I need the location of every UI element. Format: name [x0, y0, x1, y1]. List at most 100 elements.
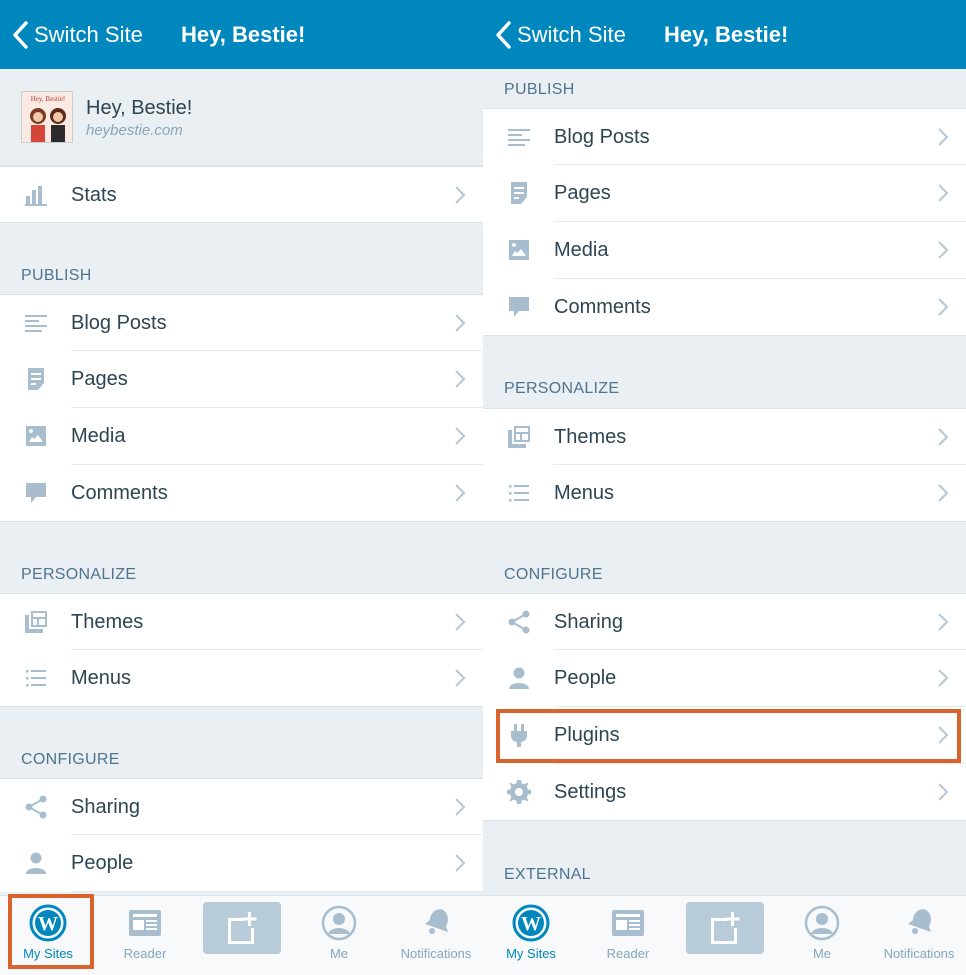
- site-url: heybestie.com: [86, 122, 183, 139]
- right-screen: Switch Site Hey, Bestie! PUBLISH Blog Po…: [483, 0, 966, 975]
- menu-item-comments[interactable]: Comments: [0, 465, 483, 522]
- tab-label: Notifications: [400, 946, 472, 961]
- reader-icon: [609, 904, 647, 942]
- tab-label: Me: [329, 946, 349, 961]
- menu-item-stats[interactable]: Stats: [0, 166, 483, 223]
- tab-label: Notifications: [883, 946, 955, 961]
- site-avatar: Hey, Bestie!: [21, 91, 73, 143]
- me-icon: [803, 904, 841, 942]
- menu-item-label: Pages: [554, 182, 611, 204]
- chevron-right-icon: [937, 297, 949, 317]
- menu-item-label: Blog Posts: [71, 312, 167, 334]
- tab-label: My Sites: [23, 946, 73, 961]
- tab-label: My Sites: [506, 946, 556, 961]
- tab-my-sites[interactable]: My Sites: [491, 896, 571, 975]
- chevron-right-icon: [937, 427, 949, 447]
- site-menu: Hey, Bestie! Hey, Bestie! heybestie.com …: [0, 69, 483, 895]
- chevron-right-icon: [937, 483, 949, 503]
- menu-item-plugins[interactable]: Plugins: [483, 707, 966, 764]
- tab-reader[interactable]: Reader: [105, 896, 185, 975]
- menu-item-label: Stats: [71, 184, 117, 206]
- new-post-button[interactable]: [203, 902, 281, 954]
- menu-item-label: Comments: [554, 296, 651, 318]
- menu-item-media[interactable]: Media: [0, 408, 483, 465]
- tab-bar: My Sites Reader Me Notifications: [483, 895, 966, 975]
- menu-item-label: Pages: [71, 368, 128, 390]
- menu-item-blog-posts[interactable]: Blog Posts: [0, 294, 483, 351]
- chevron-right-icon: [937, 782, 949, 802]
- menu-item-pages[interactable]: Pages: [483, 165, 966, 222]
- tab-reader[interactable]: Reader: [588, 896, 668, 975]
- menu-item-label: People: [554, 667, 617, 689]
- menu-item-label: Themes: [71, 611, 144, 633]
- menu-item-label: Themes: [554, 426, 627, 448]
- chevron-right-icon: [937, 240, 949, 260]
- tab-notifications[interactable]: Notifications: [390, 896, 482, 975]
- menu-item-people[interactable]: People: [0, 835, 483, 892]
- wordpress-icon: [512, 904, 550, 942]
- menu-item-themes[interactable]: Themes: [483, 408, 966, 465]
- section-header-configure: CONFIGURE: [21, 751, 120, 768]
- left-screen: Switch Site Hey, Bestie! Hey, Bestie! He…: [0, 0, 483, 975]
- menu-item-blog-posts[interactable]: Blog Posts: [483, 108, 966, 165]
- chevron-right-icon: [454, 483, 466, 503]
- chevron-right-icon: [454, 426, 466, 446]
- menu-item-settings[interactable]: Settings: [483, 764, 966, 821]
- chevron-right-icon: [937, 725, 949, 745]
- chevron-right-icon: [454, 668, 466, 688]
- sharing-icon: [505, 608, 533, 636]
- tab-my-sites[interactable]: My Sites: [8, 896, 88, 975]
- menu-item-label: Plugins: [554, 724, 620, 746]
- nav-bar: Switch Site Hey, Bestie!: [483, 0, 966, 69]
- chevron-right-icon: [937, 668, 949, 688]
- menu-item-pages[interactable]: Pages: [0, 351, 483, 408]
- site-header[interactable]: Hey, Bestie! Hey, Bestie! heybestie.com: [0, 69, 483, 166]
- blog-posts-icon: [505, 123, 533, 151]
- wordpress-icon: [29, 904, 67, 942]
- menu-item-label: Blog Posts: [554, 126, 650, 148]
- section-header-personalize: PERSONALIZE: [504, 380, 620, 397]
- menu-item-label: Media: [71, 425, 126, 447]
- people-icon: [505, 664, 533, 692]
- menu-item-sharing[interactable]: Sharing: [483, 593, 966, 650]
- tab-me[interactable]: Me: [299, 896, 379, 975]
- chevron-right-icon: [454, 313, 466, 333]
- menu-item-label: Settings: [554, 781, 627, 803]
- tab-label: Reader: [606, 946, 650, 961]
- menu-item-label: Menus: [71, 667, 132, 689]
- tab-label: Me: [812, 946, 832, 961]
- menu-item-label: Comments: [71, 482, 168, 504]
- pages-icon: [22, 365, 50, 393]
- chevron-right-icon: [454, 853, 466, 873]
- tab-me[interactable]: Me: [782, 896, 862, 975]
- tab-notifications[interactable]: Notifications: [873, 896, 965, 975]
- menus-icon: [22, 664, 50, 692]
- menu-item-themes[interactable]: Themes: [0, 593, 483, 650]
- tab-label: Reader: [123, 946, 167, 961]
- menu-item-menus[interactable]: Menus: [0, 650, 483, 707]
- menu-item-menus[interactable]: Menus: [483, 465, 966, 522]
- menu-item-comments[interactable]: Comments: [483, 279, 966, 336]
- menu-item-people[interactable]: People: [483, 650, 966, 707]
- nav-title: Hey, Bestie!: [181, 21, 306, 47]
- switch-site-button[interactable]: Switch Site: [10, 0, 143, 69]
- section-header-configure: CONFIGURE: [504, 566, 603, 583]
- plugins-icon: [505, 721, 533, 749]
- site-name: Hey, Bestie!: [86, 97, 193, 119]
- menu-item-label: Sharing: [71, 796, 140, 818]
- new-post-icon: [222, 908, 262, 948]
- new-post-button[interactable]: [686, 902, 764, 954]
- menu-item-sharing[interactable]: Sharing: [0, 778, 483, 835]
- site-avatar-text: Hey, Bestie!: [31, 95, 66, 103]
- section-header-publish: PUBLISH: [504, 81, 575, 98]
- nav-bar: Switch Site Hey, Bestie!: [0, 0, 483, 69]
- menus-icon: [505, 479, 533, 507]
- reader-icon: [126, 904, 164, 942]
- switch-site-button[interactable]: Switch Site: [493, 0, 626, 69]
- nav-title: Hey, Bestie!: [664, 21, 789, 47]
- me-icon: [320, 904, 358, 942]
- tab-bar: My Sites Reader Me Notifications: [0, 895, 483, 975]
- menu-item-media[interactable]: Media: [483, 222, 966, 279]
- themes-icon: [505, 423, 533, 451]
- pages-icon: [505, 179, 533, 207]
